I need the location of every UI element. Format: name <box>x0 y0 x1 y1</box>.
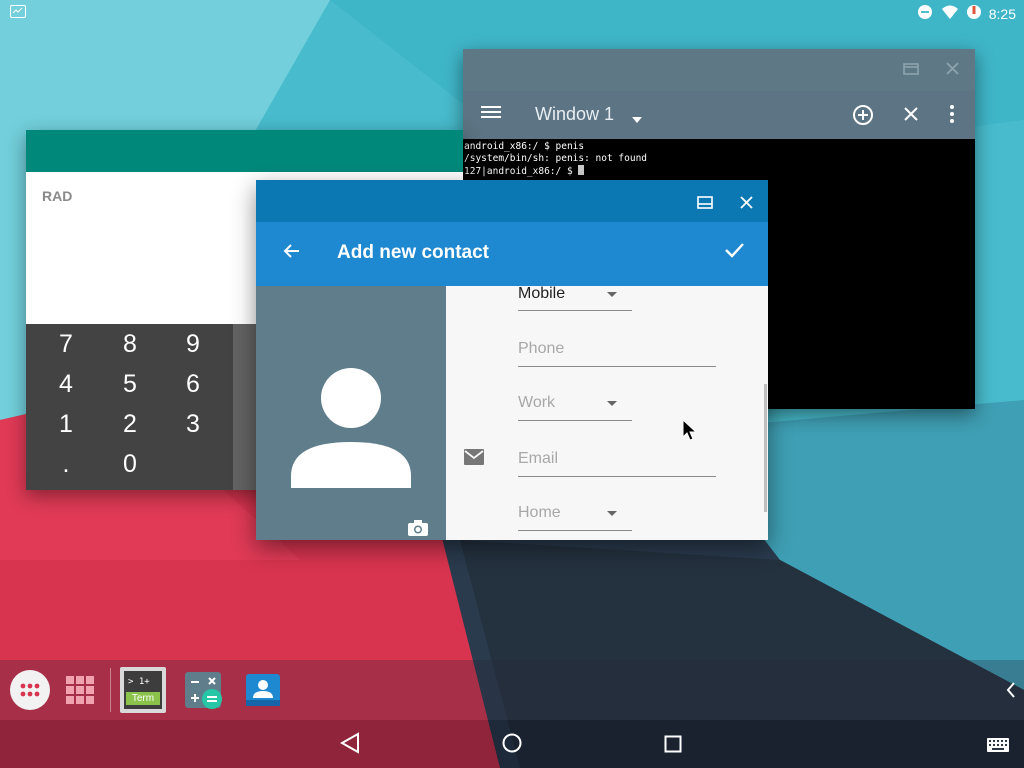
status-bar: 8:25 <box>0 0 1024 24</box>
email-icon <box>464 449 484 469</box>
key-2[interactable]: 2 <box>110 410 150 439</box>
save-check-icon[interactable] <box>724 242 744 262</box>
chevron-down-icon[interactable] <box>607 511 617 516</box>
key-3[interactable]: 3 <box>173 410 213 439</box>
close-icon[interactable] <box>740 194 753 213</box>
calculator-icon[interactable] <box>185 672 223 714</box>
email-input[interactable]: Email <box>518 450 558 468</box>
terminal-icon-label: Term <box>126 692 160 705</box>
contact-photo[interactable] <box>256 286 446 540</box>
phone-type-select[interactable]: Mobile <box>518 285 565 303</box>
key-1[interactable]: 1 <box>46 410 86 439</box>
close-icon[interactable] <box>946 61 959 79</box>
contacts-window[interactable]: Add new contact Mobile Phone Work Email <box>256 180 768 540</box>
home-nav-icon[interactable] <box>501 732 523 758</box>
contacts-titlebar[interactable] <box>256 180 768 222</box>
screenshot-icon <box>10 5 26 22</box>
camera-icon[interactable] <box>407 519 429 540</box>
key-0[interactable]: 0 <box>110 450 150 479</box>
chevron-down-icon[interactable] <box>631 109 643 128</box>
key-4[interactable]: 4 <box>46 370 86 399</box>
avatar-placeholder-icon <box>291 368 411 488</box>
add-window-icon[interactable] <box>852 104 874 130</box>
taskbar: > 1+ Term <box>0 660 1024 720</box>
phone-type-underline <box>518 310 632 311</box>
close-window-icon[interactable] <box>903 106 919 126</box>
maximize-icon[interactable] <box>903 61 919 79</box>
address-type-select[interactable]: Home <box>518 504 561 522</box>
email-type-underline <box>518 420 632 421</box>
wifi-icon <box>941 5 959 24</box>
key-6[interactable]: 6 <box>173 370 213 399</box>
chevron-down-icon[interactable] <box>607 292 617 297</box>
calculator-titlebar[interactable] <box>26 130 463 172</box>
terminal-cursor <box>578 165 585 175</box>
terminal-titlebar[interactable] <box>463 49 975 91</box>
terminal-icon-text: > 1+ <box>128 677 150 687</box>
battery-icon <box>966 3 981 25</box>
scrollbar[interactable] <box>764 384 767 512</box>
phone-input-underline <box>518 366 716 367</box>
address-type-underline <box>518 530 632 531</box>
terminal-line: android_x86:/ $ penis <box>464 141 585 152</box>
key-decimal[interactable]: . <box>46 450 86 479</box>
back-arrow-icon[interactable] <box>282 243 300 263</box>
terminal-line: 127|android_x86:/ $ <box>464 166 579 177</box>
angle-mode-indicator: RAD <box>42 188 73 204</box>
terminal-emulator-icon[interactable]: > 1+ Term <box>120 667 166 713</box>
email-type-select[interactable]: Work <box>518 394 555 412</box>
recents-grid-icon[interactable] <box>66 676 94 708</box>
key-9[interactable]: 9 <box>173 330 213 359</box>
calculator-numpad: 7 8 9 4 5 6 1 2 3 . 0 <box>26 324 233 490</box>
chevron-left-icon[interactable] <box>1006 682 1016 702</box>
keyboard-icon[interactable] <box>987 737 1009 756</box>
email-input-underline <box>518 476 716 477</box>
contacts-appbar: Add new contact <box>256 222 768 286</box>
back-nav-icon[interactable] <box>339 732 360 758</box>
mouse-pointer-icon <box>682 419 698 441</box>
key-8[interactable]: 8 <box>110 330 150 359</box>
contact-form: Mobile Phone Work Email Home <box>446 285 768 540</box>
overflow-menu-icon[interactable] <box>949 104 955 128</box>
taskbar-divider <box>110 668 111 712</box>
key-5[interactable]: 5 <box>110 370 150 399</box>
page-title: Add new contact <box>337 242 490 263</box>
app-drawer-icon[interactable] <box>10 670 50 714</box>
terminal-toolbar: Window 1 <box>463 91 975 139</box>
overview-nav-icon[interactable] <box>664 735 682 757</box>
dnd-icon <box>917 4 933 24</box>
maximize-icon[interactable] <box>697 194 713 213</box>
contacts-icon[interactable] <box>246 672 280 712</box>
navigation-bar <box>0 720 1024 768</box>
menu-icon[interactable] <box>481 104 501 124</box>
window-selector[interactable]: Window 1 <box>535 104 614 125</box>
clock: 8:25 <box>988 6 1016 22</box>
chevron-down-icon[interactable] <box>607 401 617 406</box>
phone-input[interactable]: Phone <box>518 340 564 358</box>
terminal-line: /system/bin/sh: penis: not found <box>464 153 648 164</box>
key-7[interactable]: 7 <box>46 330 86 359</box>
